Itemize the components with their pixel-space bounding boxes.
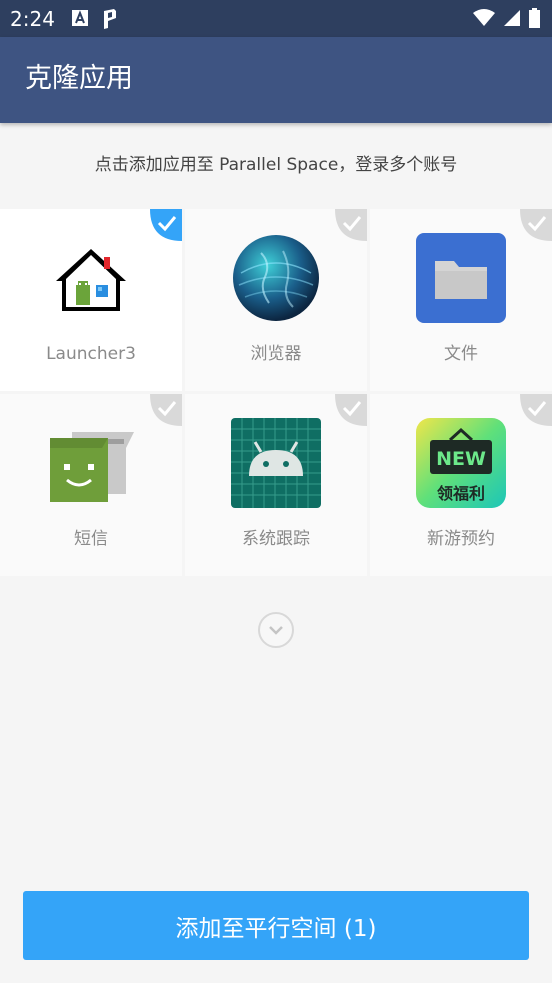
app-label: 新游预约: [427, 529, 495, 549]
browser-globe-icon: [233, 235, 319, 321]
new-badge-text: NEW: [436, 448, 486, 470]
status-bar: 2:24: [0, 0, 552, 37]
app-tile-launcher3[interactable]: Launcher3: [0, 209, 182, 391]
files-folder-icon: [416, 233, 506, 323]
expand-more-button[interactable]: [258, 612, 294, 648]
signal-icon: [504, 10, 520, 26]
add-to-parallel-space-button[interactable]: 添加至平行空间 (1): [23, 891, 529, 960]
app-tile-new-games[interactable]: NEW 领福利 新游预约: [370, 394, 552, 576]
app-label: 系统跟踪: [242, 529, 310, 549]
check-badge-icon[interactable]: [520, 394, 552, 426]
hint-text: 点击添加应用至 Parallel Space，登录多个账号: [94, 155, 458, 175]
new-game-icon: NEW 领福利: [416, 418, 506, 508]
wifi-icon: [473, 9, 495, 26]
check-badge-icon[interactable]: [520, 209, 552, 241]
check-badge-icon[interactable]: [150, 394, 182, 426]
app-label: Launcher3: [46, 344, 136, 364]
app-label: 短信: [74, 529, 108, 549]
app-label: 文件: [444, 344, 478, 364]
check-badge-icon[interactable]: [335, 209, 367, 241]
parallel-p-icon: [104, 9, 116, 29]
text-a-icon: [72, 10, 88, 26]
battery-icon: [529, 8, 540, 28]
system-tracing-android-icon: [231, 418, 321, 508]
check-badge-selected-icon[interactable]: [150, 209, 182, 241]
chevron-down-icon: [269, 626, 283, 635]
check-badge-icon[interactable]: [335, 394, 367, 426]
app-label: 浏览器: [250, 344, 302, 364]
status-time: 2:24: [10, 7, 55, 31]
app-tile-files[interactable]: 文件: [370, 209, 552, 391]
app-tile-messaging[interactable]: 短信: [0, 394, 182, 576]
app-bar: 克隆应用: [0, 37, 552, 123]
app-tile-system-tracing[interactable]: 系统跟踪: [185, 394, 367, 576]
gift-badge-text: 领福利: [437, 484, 485, 503]
page-title: 克隆应用: [25, 63, 133, 94]
messaging-icon: [50, 432, 134, 502]
app-tile-browser[interactable]: 浏览器: [185, 209, 367, 391]
launcher-house-icon: [56, 249, 126, 311]
